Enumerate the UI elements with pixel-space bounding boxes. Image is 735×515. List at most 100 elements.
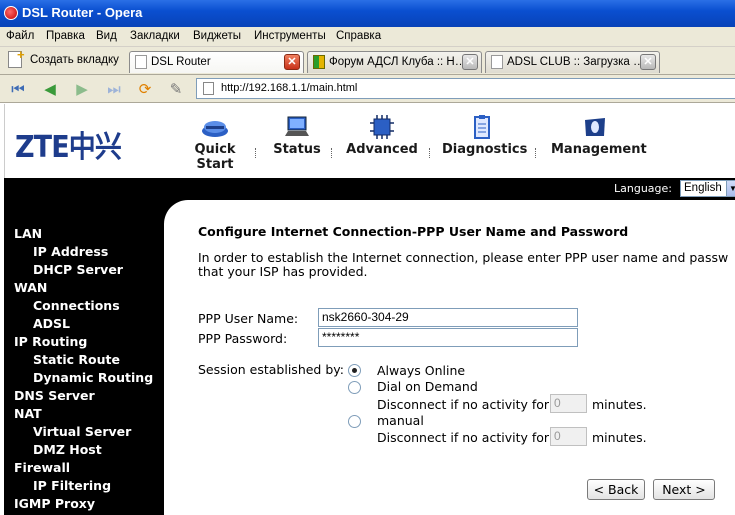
- nav-quick-start[interactable]: Quick Start: [175, 114, 255, 172]
- menu-view[interactable]: Вид: [96, 30, 117, 42]
- language-select[interactable]: English ▼: [680, 180, 735, 197]
- sidebar-item-dns-server[interactable]: DNS Server: [14, 388, 95, 403]
- intro-line-1: In order to establish the Internet conne…: [198, 251, 729, 265]
- laptop-icon: [285, 116, 309, 136]
- sidebar-item-dmz-host[interactable]: DMZ Host: [33, 442, 102, 457]
- dial-on-demand-radio[interactable]: [348, 381, 361, 394]
- fast-forward-icon[interactable]: ⏭: [104, 79, 124, 99]
- sidebar-item-ip-address[interactable]: IP Address: [33, 244, 108, 259]
- manual-label: manual: [377, 413, 424, 428]
- tab-adsl-club[interactable]: ADSL CLUB :: Загрузка … ✕: [485, 51, 660, 73]
- tab-label: DSL Router: [151, 56, 211, 68]
- page-icon: [135, 55, 147, 69]
- menu-bookmarks[interactable]: Закладки: [130, 30, 180, 42]
- idle-timeout-field[interactable]: 0: [550, 394, 587, 413]
- modem-icon: [202, 121, 228, 137]
- nav-separator: [331, 148, 332, 158]
- minutes-label: minutes.: [592, 397, 647, 412]
- sidebar-item-static-route[interactable]: Static Route: [33, 352, 120, 367]
- language-label: Language:: [614, 182, 672, 195]
- tab-forum[interactable]: Форум АДСЛ Клуба :: Н… ✕: [307, 51, 482, 73]
- manual-radio[interactable]: [348, 415, 361, 428]
- address-field[interactable]: http://192.168.1.1/main.html: [196, 78, 735, 99]
- nav-advanced[interactable]: Advanced: [345, 114, 419, 157]
- sidebar-item-adsl[interactable]: ADSL: [33, 316, 70, 331]
- address-url: http://192.168.1.1/main.html: [221, 82, 358, 94]
- clipboard-icon: [474, 115, 490, 139]
- sidebar-item-ip-routing[interactable]: IP Routing: [14, 334, 87, 349]
- opera-icon: [4, 6, 18, 20]
- menu-help[interactable]: Справка: [336, 30, 381, 42]
- nav-separator: [255, 148, 256, 158]
- sidebar-item-nat[interactable]: NAT: [14, 406, 42, 421]
- password-field[interactable]: ********: [318, 328, 578, 347]
- nav-label: Advanced: [346, 142, 418, 157]
- forward-icon[interactable]: ▶: [72, 79, 92, 99]
- password-label: PPP Password:: [198, 331, 288, 346]
- page-icon: [491, 55, 503, 69]
- sidebar-item-lan[interactable]: LAN: [14, 226, 42, 241]
- window-titlebar: DSL Router - Opera: [0, 0, 735, 27]
- zte-logo: ZTE中兴: [15, 130, 122, 165]
- navigation-bar: ⏮ ◀ ▶ ⏭ ⟳ ✎ http://192.168.1.1/main.html: [0, 75, 735, 103]
- window-title: DSL Router - Opera: [22, 5, 143, 20]
- username-label: PPP User Name:: [198, 311, 299, 326]
- sidebar-item-dynamic-routing[interactable]: Dynamic Routing: [33, 370, 153, 385]
- plus-icon: +: [17, 47, 25, 62]
- close-tab-icon[interactable]: ✕: [640, 54, 656, 70]
- session-label: Session established by:: [198, 362, 344, 377]
- sidebar-item-connections[interactable]: Connections: [33, 298, 120, 313]
- always-online-radio[interactable]: [348, 364, 361, 377]
- always-online-label: Always Online: [377, 363, 466, 378]
- close-tab-icon[interactable]: ✕: [462, 54, 478, 70]
- chip-icon: [370, 115, 394, 139]
- minutes-label: minutes.: [592, 430, 647, 445]
- disconnect-label: Disconnect if no activity for: [377, 397, 550, 412]
- sidebar-item-igmp-proxy[interactable]: IGMP Proxy: [14, 496, 95, 511]
- tab-bar: + Создать вкладку DSL Router ✕ Форум АДС…: [0, 47, 735, 75]
- sidebar-item-firewall[interactable]: Firewall: [14, 460, 70, 475]
- back-icon[interactable]: ◀: [40, 79, 60, 99]
- tab-label: ADSL CLUB :: Загрузка …: [507, 56, 640, 68]
- menu-bar: Файл Правка Вид Закладки Виджеты Инструм…: [0, 27, 735, 47]
- router-header: ZTE中兴 Quick Start Status Advanced Diagno…: [4, 104, 735, 178]
- nav-label: Quick Start: [194, 142, 236, 172]
- next-button[interactable]: Next >: [653, 479, 715, 500]
- sidebar-item-wan[interactable]: WAN: [14, 280, 47, 295]
- chevron-down-icon: ▼: [726, 180, 735, 197]
- menu-file[interactable]: Файл: [6, 30, 34, 42]
- management-icon: [585, 118, 605, 136]
- intro-text: In order to establish the Internet conne…: [198, 251, 735, 279]
- reload-icon[interactable]: ⟳: [135, 79, 155, 99]
- nav-separator: [429, 148, 430, 158]
- username-field[interactable]: nsk2660-304-29: [318, 308, 578, 327]
- language-value: English: [684, 182, 722, 194]
- rewind-icon[interactable]: ⏮: [8, 79, 28, 99]
- back-button[interactable]: < Back: [587, 479, 645, 500]
- favicon-icon: [313, 55, 325, 69]
- menu-edit[interactable]: Правка: [46, 30, 85, 42]
- sidebar: LAN IP Address DHCP Server WAN Connectio…: [4, 200, 164, 515]
- sidebar-item-ip-filtering[interactable]: IP Filtering: [33, 478, 111, 493]
- nav-separator: [535, 148, 536, 158]
- idle-timeout-field-manual[interactable]: 0: [550, 427, 587, 446]
- menu-widgets[interactable]: Виджеты: [193, 30, 241, 42]
- sidebar-item-virtual-server[interactable]: Virtual Server: [33, 424, 131, 439]
- nav-label: Status: [273, 142, 321, 157]
- nav-diagnostics[interactable]: Diagnostics: [442, 114, 527, 157]
- disconnect-label: Disconnect if no activity for: [377, 430, 550, 445]
- page-icon: [203, 82, 214, 95]
- edit-icon[interactable]: ✎: [166, 79, 186, 99]
- tab-dsl-router[interactable]: DSL Router ✕: [129, 51, 304, 73]
- close-tab-icon[interactable]: ✕: [284, 54, 300, 70]
- sidebar-item-dhcp-server[interactable]: DHCP Server: [33, 262, 123, 277]
- nav-label: Diagnostics: [442, 142, 528, 157]
- nav-label: Management: [551, 142, 647, 157]
- page-title: Configure Internet Connection-PPP User N…: [198, 224, 629, 239]
- menu-tools[interactable]: Инструменты: [254, 30, 326, 42]
- intro-line-2: that your ISP has provided.: [198, 264, 368, 279]
- language-bar: Language: English ▼: [4, 178, 735, 200]
- main-content: Configure Internet Connection-PPP User N…: [164, 200, 735, 515]
- nav-management[interactable]: Management: [551, 114, 647, 157]
- nav-status[interactable]: Status: [271, 114, 323, 157]
